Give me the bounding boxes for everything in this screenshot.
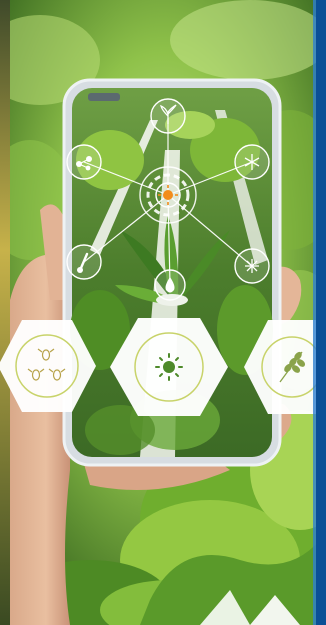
upper-right-node bbox=[234, 144, 270, 180]
sun-target-icon bbox=[139, 166, 197, 224]
bottom-node bbox=[154, 269, 186, 301]
sun-icon bbox=[155, 353, 183, 381]
hydroponic-farm-photo bbox=[0, 0, 326, 625]
scene-svg bbox=[0, 0, 326, 625]
left-edge-strip bbox=[0, 0, 10, 625]
lower-left-node bbox=[66, 244, 102, 280]
phone-camera bbox=[88, 93, 120, 101]
upper-left-node bbox=[66, 144, 102, 180]
lower-right-node bbox=[234, 248, 270, 284]
frost-icon bbox=[245, 259, 259, 273]
right-frame-border bbox=[316, 0, 326, 625]
top-node bbox=[150, 98, 186, 134]
right-frame-highlight bbox=[313, 0, 316, 625]
